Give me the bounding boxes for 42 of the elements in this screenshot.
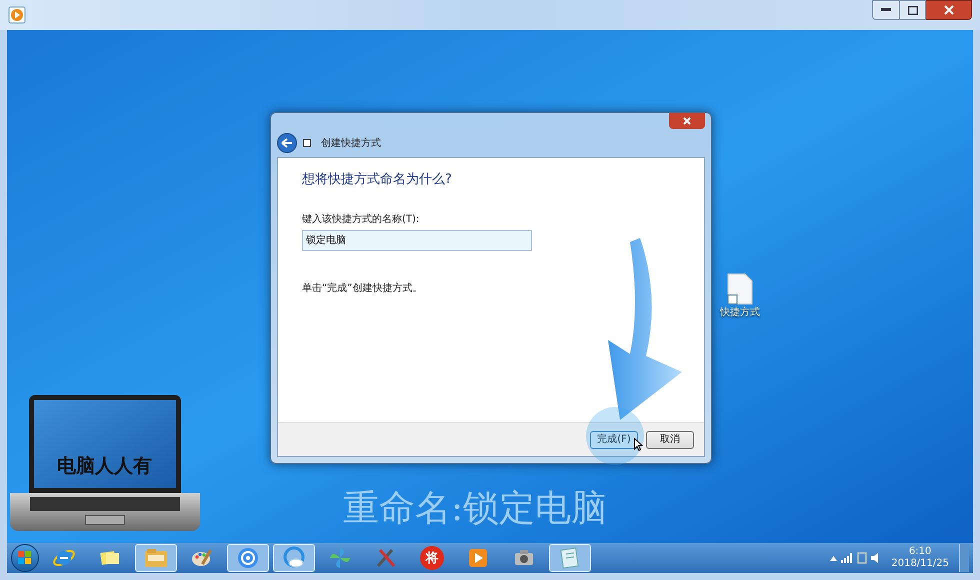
cloud-icon	[282, 546, 306, 570]
play-icon	[467, 547, 489, 569]
dialog-heading: 想将快捷方式命名为什么?	[302, 171, 453, 189]
file-icon	[727, 273, 753, 305]
caption-text: 重命名:锁定电脑	[343, 487, 608, 531]
player-logo-icon	[8, 6, 26, 24]
windows-logo-icon	[18, 551, 32, 565]
maximize-button[interactable]	[900, 0, 926, 20]
start-button[interactable]	[11, 544, 39, 572]
signal-icon	[841, 553, 854, 563]
minimize-button[interactable]	[872, 0, 900, 20]
chess-piece-icon: 将	[420, 546, 444, 570]
mouse-cursor-icon	[634, 438, 643, 451]
dialog-close-button[interactable]	[669, 113, 705, 129]
logo-text: 电脑人人有	[57, 454, 152, 478]
shortcut-label[interactable]: 快捷方式	[720, 305, 760, 320]
highlight-circle	[585, 406, 645, 466]
close-button[interactable]	[926, 0, 972, 20]
circle-app-icon	[236, 546, 260, 570]
back-button[interactable]	[277, 133, 297, 153]
clock-time: 6:10	[908, 546, 932, 558]
shortcut-icon	[303, 139, 311, 147]
tray-arrow-icon	[830, 556, 838, 560]
taskbar-button[interactable]	[273, 544, 315, 572]
taskbar-button[interactable]: 将	[411, 544, 453, 572]
clock-date: 2018/11/25	[891, 558, 949, 570]
folder-icon	[143, 546, 169, 570]
maximize-icon	[908, 6, 918, 14]
dialog-title: 创建快捷方式	[321, 136, 381, 150]
dialog-button[interactable]: 完成(F)	[590, 430, 638, 448]
tools-icon	[374, 546, 398, 570]
pinwheel-icon	[328, 546, 352, 570]
dialog-button[interactable]: 取消	[646, 430, 694, 448]
hint-text: 单击“完成”创建快捷方式。	[302, 282, 424, 296]
close-icon	[683, 117, 691, 125]
field-label: 键入该快捷方式的名称(T):	[302, 212, 420, 226]
close-icon	[944, 5, 954, 15]
minimize-icon	[881, 8, 891, 12]
taskbar-button[interactable]	[227, 544, 269, 572]
taskbar-button[interactable]	[549, 544, 591, 572]
name-input-field[interactable]: 锁定电脑	[302, 230, 532, 250]
back-arrow-icon	[281, 138, 293, 148]
